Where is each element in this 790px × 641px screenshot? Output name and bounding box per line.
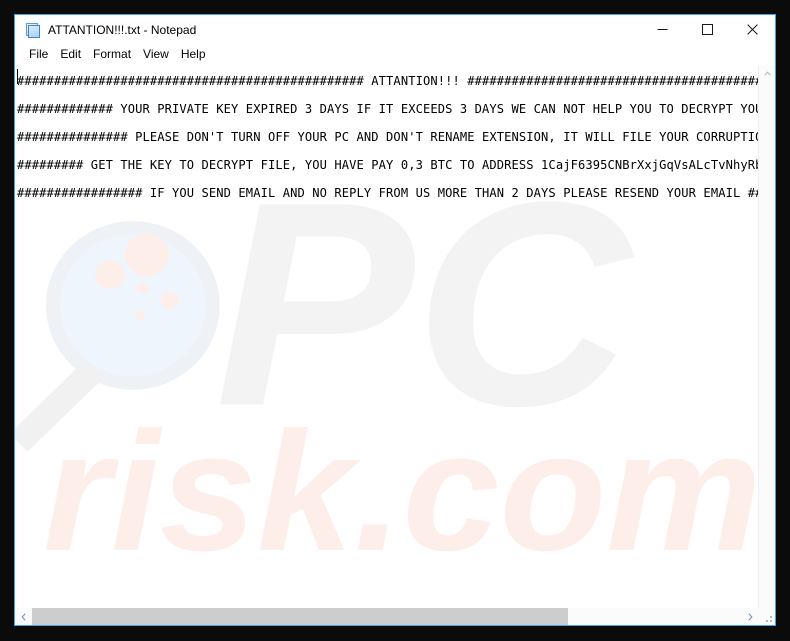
menu-item-edit[interactable]: Edit: [54, 46, 87, 63]
text-caret: [17, 69, 18, 84]
horizontal-scrollbar-track[interactable]: [32, 608, 742, 625]
scroll-right-icon[interactable]: [742, 608, 759, 625]
menu-item-view[interactable]: View: [137, 46, 175, 63]
title-bar[interactable]: ATTANTION!!!.txt - Notepad: [15, 15, 775, 44]
close-button[interactable]: [730, 15, 775, 44]
ransom-note-text: ########################################…: [15, 65, 758, 207]
menu-item-format[interactable]: Format: [87, 46, 137, 63]
resize-grip[interactable]: [759, 608, 775, 625]
horizontal-scrollbar-thumb[interactable]: [32, 608, 569, 625]
minimize-button[interactable]: [640, 15, 685, 44]
vertical-scrollbar[interactable]: [758, 65, 775, 608]
maximize-button[interactable]: [685, 15, 730, 44]
text-line: ########################################…: [17, 74, 758, 88]
svg-text:risk.com: risk.com: [43, 396, 758, 586]
text-line: ############# YOUR PRIVATE KEY EXPIRED 3…: [17, 102, 758, 116]
window-title: ATTANTION!!!.txt - Notepad: [48, 22, 197, 37]
desktop-background: ATTANTION!!!.txt - Notepad File Edit For…: [0, 0, 790, 641]
text-line: ################# IF YOU SEND EMAIL AND …: [17, 186, 758, 200]
menu-item-help[interactable]: Help: [175, 46, 212, 63]
horizontal-scrollbar[interactable]: [15, 608, 775, 625]
menu-bar: File Edit Format View Help: [15, 44, 775, 64]
notepad-window: ATTANTION!!!.txt - Notepad File Edit For…: [14, 14, 776, 626]
vertical-scrollbar-track[interactable]: [759, 82, 775, 608]
notepad-document-icon: [25, 22, 41, 38]
menu-item-file[interactable]: File: [23, 46, 54, 63]
text-line: ######### GET THE KEY TO DECRYPT FILE, Y…: [17, 158, 758, 172]
editor-region: PC risk.com ############################…: [15, 64, 775, 625]
window-controls: [640, 15, 775, 44]
scroll-left-icon[interactable]: [15, 608, 32, 625]
text-editor[interactable]: PC risk.com ############################…: [15, 65, 758, 608]
text-line: ############### PLEASE DON'T TURN OFF YO…: [17, 130, 758, 144]
scroll-up-icon[interactable]: [759, 65, 775, 82]
